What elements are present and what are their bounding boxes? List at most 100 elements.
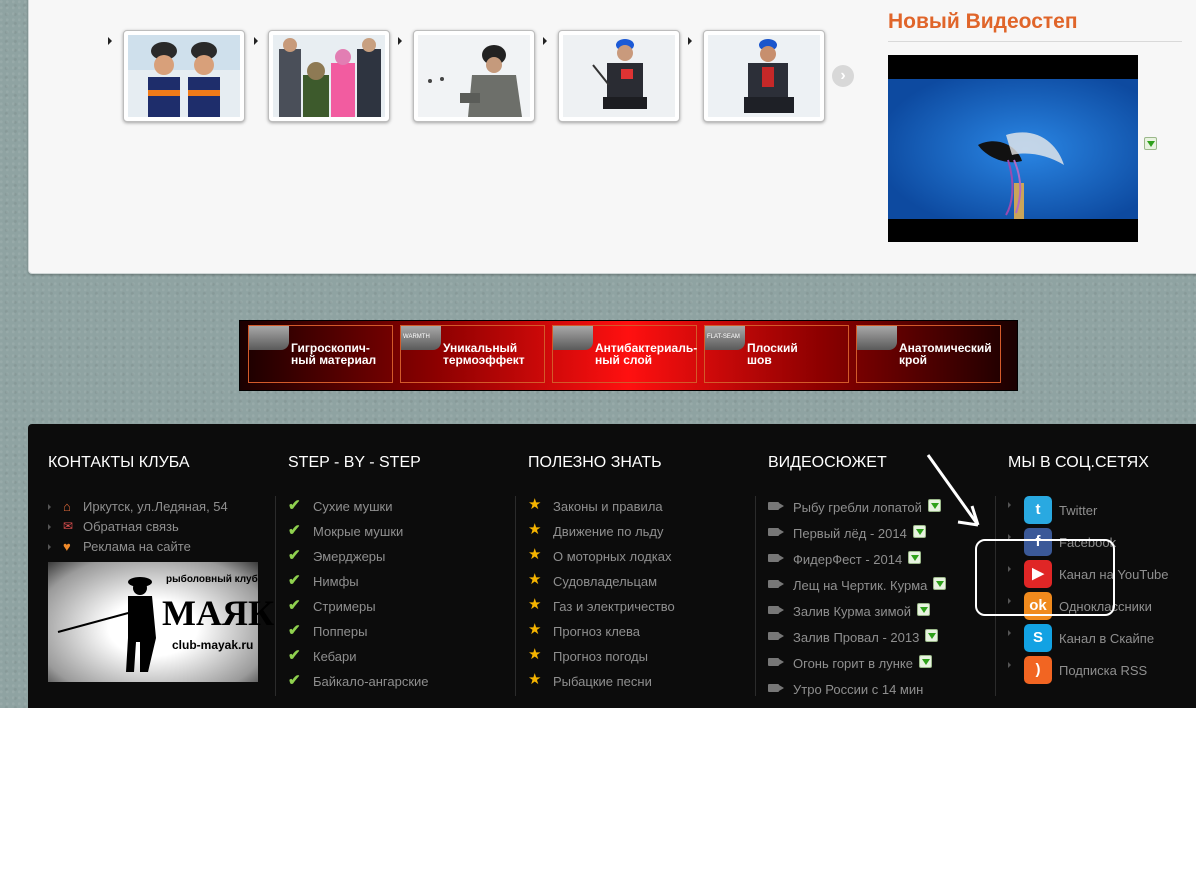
footer-steps-title: STEP - BY - STEP [288, 454, 421, 471]
contacts-advertising-link[interactable]: Реклама на сайте [83, 539, 191, 554]
steps-link[interactable]: Стримеры [313, 599, 376, 614]
photo-family [273, 35, 385, 117]
checkmark-icon: ✔ [288, 622, 301, 639]
checkmark-icon: ✔ [288, 547, 301, 564]
steps-link[interactable]: Байкало-ангарские [313, 674, 429, 689]
annotation-highlight-box [975, 539, 1115, 616]
contacts-address[interactable]: Иркутск, ул.Ледяная, 54 [83, 499, 228, 514]
bullet-arrow-icon [688, 37, 692, 45]
badge-text: FLAT-SEAM [707, 334, 740, 340]
steps-link[interactable]: Нимфы [313, 574, 359, 589]
banner-item-antibacterial: Антибактериаль- ный слой [552, 325, 697, 383]
bullet-icon [1008, 502, 1011, 508]
useful-link[interactable]: Законы и правила [553, 499, 663, 514]
photo-thumbnail[interactable] [123, 30, 245, 122]
useful-link[interactable]: Прогноз погоды [553, 649, 648, 664]
banner-item-thermo: WARMTH Уникальный термоэффект [400, 325, 545, 383]
water-icon [249, 326, 289, 350]
bullet-icon [1008, 662, 1011, 668]
title-divider [888, 41, 1182, 42]
star-icon: ★ [528, 671, 542, 688]
video-link[interactable]: Рыбу гребли лопатой [793, 499, 941, 515]
warmth-icon: WARMTH [401, 326, 441, 350]
banner-item-anatomic: Анатомический крой [856, 325, 1001, 383]
download-icon[interactable] [1144, 137, 1157, 150]
social-link[interactable]: Twitter [1059, 503, 1097, 518]
photo-thumbnail[interactable] [413, 30, 535, 122]
steps-link[interactable]: Сухие мушки [313, 499, 392, 514]
video-camera-icon [768, 554, 779, 562]
steps-link[interactable]: Кебари [313, 649, 357, 664]
video-link[interactable]: Первый лёд - 2014 [793, 525, 926, 541]
video-camera-icon [768, 684, 779, 692]
photo-thumbnail[interactable] [268, 30, 390, 122]
banner-item-label: Анатомический крой [899, 341, 992, 367]
bullet-arrow-icon [543, 37, 547, 45]
banner-item-flat-seam: FLAT-SEAM Плоский шов [704, 325, 849, 383]
useful-link[interactable]: О моторных лодках [553, 549, 671, 564]
download-icon[interactable] [918, 655, 932, 669]
steps-link[interactable]: Мокрые мушки [313, 524, 403, 539]
photo-angler-blue-cap [563, 35, 675, 117]
checkmark-icon: ✔ [288, 522, 301, 539]
useful-link[interactable]: Рыбацкие песни [553, 674, 652, 689]
video-link[interactable]: ФидерФест - 2014 [793, 551, 922, 567]
social-link[interactable]: Подписка RSS [1059, 663, 1147, 678]
twitter-icon[interactable]: t [1024, 496, 1052, 524]
column-divider [515, 496, 516, 696]
bullet-arrow-icon [254, 37, 258, 45]
photo-ice-fisher [418, 35, 530, 117]
download-icon[interactable] [908, 551, 922, 565]
video-camera-icon [768, 502, 779, 510]
banner-item-label: Плоский шов [747, 341, 798, 367]
banner-item-label: Антибактериаль- ный слой [595, 341, 698, 367]
club-logo-main-text: МАЯК [162, 593, 275, 633]
video-camera-icon [768, 658, 779, 666]
social-link[interactable]: Канал в Скайпе [1059, 631, 1154, 646]
video-link[interactable]: Огонь горит в лунке [793, 655, 932, 671]
carousel-next-button[interactable]: › [832, 65, 854, 87]
download-icon[interactable] [917, 603, 931, 617]
rss-icon[interactable]: ) [1024, 656, 1052, 684]
club-logo-url-text: club-mayak.ru [172, 638, 254, 652]
download-icon[interactable] [912, 525, 926, 539]
steps-link[interactable]: Попперы [313, 624, 367, 639]
video-link[interactable]: Залив Курма зимой [793, 603, 931, 619]
video-camera-icon [768, 606, 779, 614]
photo-thumbnail[interactable] [558, 30, 680, 122]
video-link[interactable]: Залив Провал - 2013 [793, 629, 939, 645]
skype-icon[interactable]: S [1024, 624, 1052, 652]
video-player[interactable] [888, 55, 1138, 242]
checkmark-icon: ✔ [288, 497, 301, 514]
bullet-icon [48, 544, 51, 550]
star-icon: ★ [528, 596, 542, 613]
useful-link[interactable]: Судовладельцам [553, 574, 657, 589]
photo-thumbnail[interactable] [703, 30, 825, 122]
bullet-arrow-icon [108, 37, 112, 45]
video-link[interactable]: Утро России с 14 мин [793, 682, 923, 697]
useful-link[interactable]: Газ и электричество [553, 599, 675, 614]
useful-link[interactable]: Движение по льду [553, 524, 664, 539]
steps-link[interactable]: Эмерджеры [313, 549, 385, 564]
download-icon[interactable] [933, 577, 947, 591]
home-icon: ⌂ [63, 499, 71, 514]
footer-useful-title: ПОЛЕЗНО ЗНАТЬ [528, 454, 662, 471]
column-divider [275, 496, 276, 696]
video-link[interactable]: Лещ на Чертик. Курма [793, 577, 947, 593]
features-banner[interactable]: Гигроскопич- ный материал WARMTH Уникаль… [239, 320, 1018, 391]
download-icon[interactable] [925, 629, 939, 643]
contacts-feedback-link[interactable]: Обратная связь [83, 519, 179, 534]
club-logo[interactable]: рыболовный клуб МАЯК club-mayak.ru [48, 562, 274, 682]
checkmark-icon: ✔ [288, 572, 301, 589]
bullet-icon [1008, 630, 1011, 636]
bullet-arrow-icon [398, 37, 402, 45]
badge-text: WARMTH [403, 334, 430, 340]
vitruvian-icon [857, 326, 897, 350]
banner-item-label: Гигроскопич- ный материал [291, 341, 377, 367]
checkmark-icon: ✔ [288, 672, 301, 689]
video-camera-icon [768, 580, 779, 588]
useful-link[interactable]: Прогноз клева [553, 624, 640, 639]
star-icon: ★ [528, 571, 542, 588]
column-divider [755, 496, 756, 696]
download-icon[interactable] [927, 499, 941, 513]
